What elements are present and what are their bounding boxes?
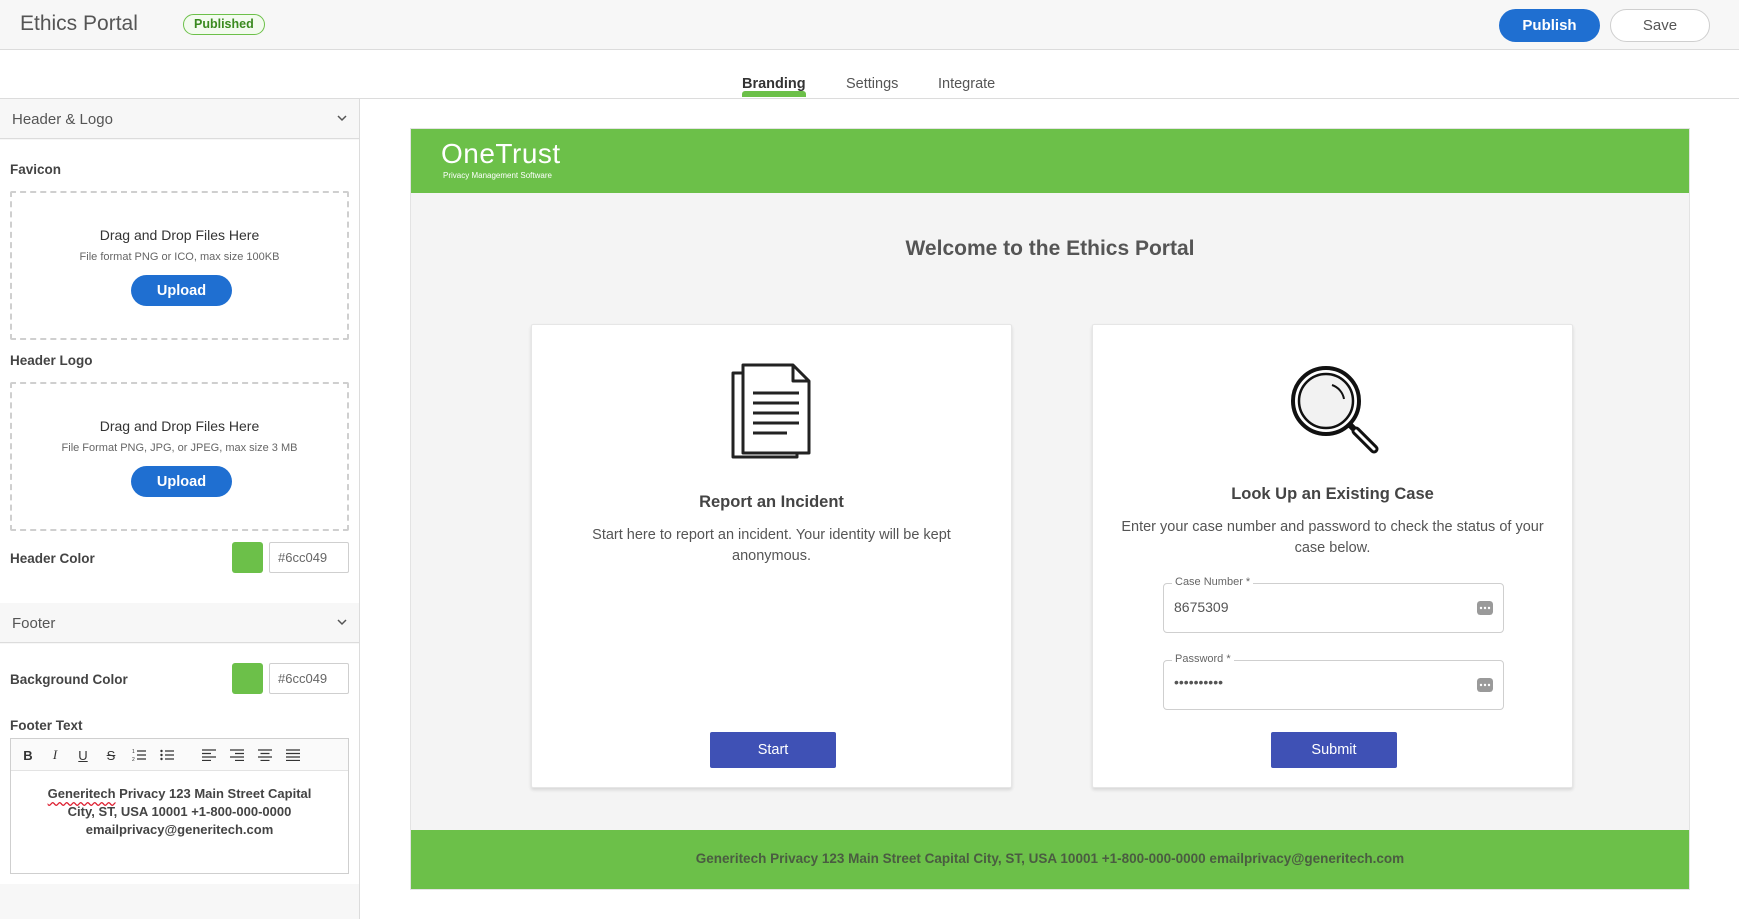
ordered-list-icon[interactable]: 12 [130,746,148,764]
dropzone-hint: File Format PNG, JPG, or JPEG, max size … [61,442,298,454]
background-color-label: Background Color [10,672,128,687]
favicon-label: Favicon [10,162,62,177]
chevron-down-icon[interactable] [337,617,347,627]
header-color-label: Header Color [10,551,95,566]
align-center-icon[interactable] [256,746,274,764]
lookup-case-title: Look Up an Existing Case [1231,485,1434,503]
password-manager-icon[interactable] [1477,678,1493,692]
header-logo-section: Favicon Drag and Drop Files Here File fo… [0,140,359,603]
header-logo-upload-button[interactable]: Upload [131,466,232,497]
publish-button[interactable]: Publish [1499,9,1600,42]
dropzone-title: Drag and Drop Files Here [99,227,260,243]
misspelled-word: Generitech [47,786,116,801]
lookup-case-card: Look Up an Existing Case Enter your case… [1092,324,1573,788]
password-value[interactable]: •••••••••• [1174,674,1223,690]
header-logo-dropzone[interactable]: Drag and Drop Files Here File Format PNG… [10,382,349,531]
report-incident-description: Start here to report an incident. Your i… [592,527,951,564]
footer-text-content[interactable]: Generitech Privacy 123 Main Street Capit… [21,785,338,839]
italic-icon[interactable]: I [46,746,64,764]
welcome-heading: Welcome to the Ethics Portal [905,237,1195,260]
password-label: Password * [1172,653,1234,665]
report-incident-title: Report an Incident [699,493,844,511]
footer-text-fragment: Privacy 123 Main Street Capital [115,786,312,801]
submit-button[interactable]: Submit [1271,732,1397,768]
lookup-case-description: Enter your case number and password to c… [1121,519,1544,556]
password-field[interactable]: Password * •••••••••• [1163,653,1504,710]
header-color-input[interactable] [269,542,349,573]
active-tab-indicator [742,91,806,97]
bold-icon[interactable]: B [19,746,37,764]
tab-settings[interactable]: Settings [846,76,898,98]
page-title: Ethics Portal [20,12,138,35]
preview-header: OneTrust Privacy Management Software [411,129,1689,193]
case-number-field[interactable]: Case Number * 8675309 [1163,576,1504,633]
footer-text-label: Footer Text [10,718,83,733]
start-button[interactable]: Start [710,732,836,768]
document-icon [731,363,811,459]
status-badge: Published [183,14,265,35]
chevron-down-icon[interactable] [337,113,347,123]
footer-text-line-2: City, ST, USA 10001 +1-800-000-0000 [67,804,292,819]
background-color-swatch[interactable] [232,663,263,694]
footer-section-toggle[interactable]: Footer [0,603,359,643]
section-title: Footer [12,615,56,632]
section-title: Header & Logo [12,111,113,128]
preview-footer-text: Generitech Privacy 123 Main Street Capit… [695,851,1405,866]
case-number-label: Case Number * [1172,576,1254,588]
editor-toolbar: B I U S 12 [11,739,348,771]
tab-bar: Branding Settings Integrate [0,50,1739,99]
tab-integrate[interactable]: Integrate [938,76,995,98]
sidebar: Header & Logo Favicon Drag and Drop File… [0,99,360,919]
report-incident-card: Report an Incident Start here to report … [531,324,1012,788]
footer-text-editor[interactable]: B I U S 12 Generitech Privacy 123 Main S… [10,738,349,874]
favicon-dropzone[interactable]: Drag and Drop Files Here File format PNG… [10,191,349,340]
align-left-icon[interactable] [200,746,218,764]
bullet-list-icon[interactable] [158,746,176,764]
header-logo-section-toggle[interactable]: Header & Logo [0,99,359,139]
footer-text-line-3: emailprivacy@generitech.com [85,822,274,837]
magnifier-icon [1291,366,1379,454]
password-manager-icon[interactable] [1477,601,1493,615]
svg-text:1: 1 [132,749,135,755]
align-justify-icon[interactable] [284,746,302,764]
save-button[interactable]: Save [1610,9,1710,42]
dropzone-title: Drag and Drop Files Here [99,418,260,434]
top-bar: Ethics Portal Published Publish Save [0,0,1739,50]
case-number-value[interactable]: 8675309 [1174,599,1229,615]
underline-icon[interactable]: U [74,746,92,764]
header-logo-label: Header Logo [10,353,93,368]
brand-logo: OneTrust [441,138,561,169]
footer-text-line-1: Generitech Privacy 123 Main Street Capit… [21,785,338,803]
brand-logo-tagline: Privacy Management Software [443,171,552,180]
dropzone-hint: File format PNG or ICO, max size 100KB [79,251,280,263]
favicon-upload-button[interactable]: Upload [131,275,232,306]
preview-footer: Generitech Privacy 123 Main Street Capit… [411,830,1689,889]
align-right-icon[interactable] [228,746,246,764]
background-color-input[interactable] [269,663,349,694]
portal-preview: OneTrust Privacy Management Software Wel… [410,128,1690,890]
header-color-swatch[interactable] [232,542,263,573]
svg-text:2: 2 [132,757,135,762]
strikethrough-icon[interactable]: S [102,746,120,764]
